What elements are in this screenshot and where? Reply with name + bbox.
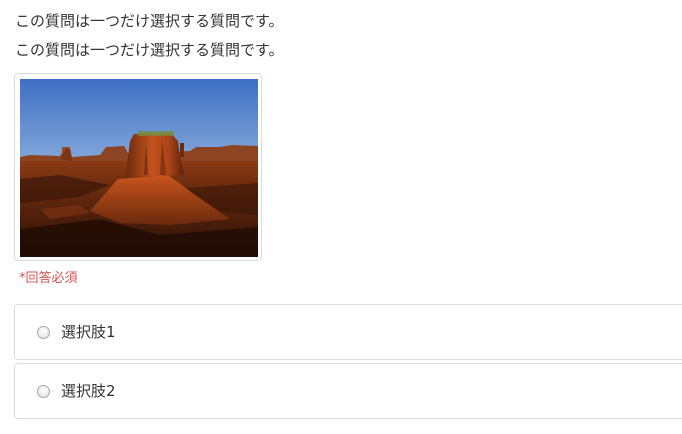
choice-option-1[interactable]: 選択肢1 bbox=[14, 304, 682, 360]
question-page: この質問は一つだけ選択する質問です。 この質問は一つだけ選択する質問です。 *回… bbox=[0, 0, 682, 434]
choice-option-2[interactable]: 選択肢2 bbox=[14, 363, 682, 419]
question-text-line-1: この質問は一つだけ選択する質問です。 bbox=[15, 12, 284, 30]
choice-label-1: 選択肢1 bbox=[61, 323, 116, 341]
radio-button-1[interactable] bbox=[37, 326, 50, 339]
choice-label-2: 選択肢2 bbox=[61, 382, 116, 400]
question-text-line-2: この質問は一つだけ選択する質問です。 bbox=[15, 41, 284, 59]
required-note: *回答必須 bbox=[19, 271, 78, 286]
radio-button-2[interactable] bbox=[37, 385, 50, 398]
desert-butte-photo bbox=[20, 79, 258, 257]
question-image-frame bbox=[14, 73, 262, 261]
